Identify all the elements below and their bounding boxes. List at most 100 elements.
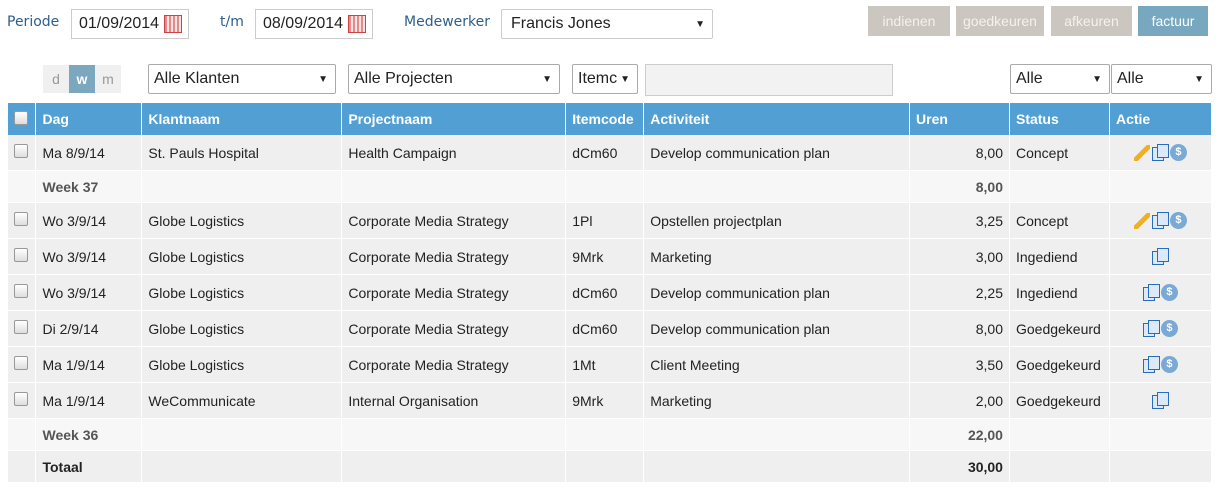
factuur-button[interactable]: factuur — [1138, 6, 1208, 36]
row-checkbox[interactable] — [14, 144, 28, 158]
empty-cell — [1109, 418, 1213, 451]
cell-activiteit: Client Meeting — [643, 346, 911, 383]
afkeuren-button[interactable]: afkeuren — [1051, 6, 1132, 36]
empty-cell — [341, 418, 567, 451]
cell-dag: Wo 3/9/14 — [35, 238, 143, 275]
table-row[interactable]: Wo 3/9/14 Globe Logistics Corporate Medi… — [8, 202, 1213, 239]
medewerker-select[interactable]: Francis Jones ▼ — [501, 9, 713, 39]
table-row[interactable]: Wo 3/9/14 Globe Logistics Corporate Medi… — [8, 274, 1213, 311]
chevron-down-icon: ▼ — [1194, 73, 1204, 85]
dollar-icon[interactable]: $ — [1160, 284, 1178, 302]
projecten-select[interactable]: Alle Projecten ▼ — [348, 64, 560, 94]
cell-projectnaam: Health Campaign — [341, 135, 567, 171]
from-date-input[interactable]: 01/09/2014 — [71, 9, 189, 39]
medewerker-value: Francis Jones — [511, 15, 611, 32]
copy-icon[interactable] — [1152, 248, 1170, 266]
copy-icon[interactable] — [1152, 392, 1170, 410]
copy-icon[interactable] — [1151, 144, 1169, 162]
empty-cell — [1009, 450, 1110, 483]
status-filter-2-select[interactable]: Alle ▼ — [1111, 64, 1212, 94]
cell-actie: $ — [1109, 310, 1213, 347]
cell-projectnaam: Corporate Media Strategy — [341, 202, 567, 239]
header-klantnaam[interactable]: Klantnaam — [141, 103, 343, 135]
pencil-icon[interactable] — [1133, 212, 1150, 229]
row-select — [8, 238, 37, 275]
empty-cell — [1109, 450, 1213, 483]
chevron-down-icon: ▼ — [1092, 73, 1102, 85]
header-projectnaam[interactable]: Projectnaam — [341, 103, 567, 135]
cell-uren: 3,25 — [909, 202, 1010, 239]
indienen-button[interactable]: indienen — [868, 6, 950, 36]
cell-activiteit: Develop communication plan — [643, 310, 911, 347]
dollar-icon[interactable]: $ — [1169, 212, 1187, 230]
view-week-button[interactable]: w — [69, 65, 95, 93]
cell-klantnaam: Globe Logistics — [141, 346, 343, 383]
status-filter-2-value: Alle — [1117, 70, 1144, 87]
view-month-button[interactable]: m — [95, 65, 121, 93]
cell-status: Ingediend — [1009, 274, 1110, 311]
cell-actie — [1109, 238, 1213, 275]
klanten-select[interactable]: Alle Klanten ▼ — [148, 64, 336, 94]
header-status[interactable]: Status — [1009, 103, 1110, 135]
table-header: Dag Klantnaam Projectnaam Itemcode Activ… — [8, 103, 1213, 135]
periode-label: Periode — [7, 14, 60, 30]
table-row[interactable]: Ma 1/9/14 WeCommunicate Internal Organis… — [8, 382, 1213, 419]
empty-cell — [341, 450, 567, 483]
header-dag[interactable]: Dag — [35, 103, 143, 135]
itemcode-select[interactable]: Itemc ▼ — [572, 64, 638, 94]
cell-actie: $ — [1109, 346, 1213, 383]
row-checkbox[interactable] — [14, 392, 28, 406]
cell-uren-total: 22,00 — [909, 418, 1010, 451]
row-checkbox[interactable] — [14, 320, 28, 334]
row-checkbox[interactable] — [14, 248, 28, 262]
cell-activiteit: Marketing — [643, 238, 911, 275]
empty-cell — [1109, 170, 1213, 203]
select-all-checkbox[interactable] — [14, 110, 28, 125]
cell-dag: Ma 1/9/14 — [35, 382, 143, 419]
cell-projectnaam: Corporate Media Strategy — [341, 238, 567, 275]
status-filter-1-select[interactable]: Alle ▼ — [1010, 64, 1110, 94]
empty-cell — [643, 170, 911, 203]
itemcode-value: Itemc — [578, 70, 618, 87]
dollar-icon[interactable]: $ — [1169, 144, 1187, 162]
from-date-value: 01/09/2014 — [79, 15, 160, 32]
select-all-header — [8, 103, 37, 135]
activiteit-search-input[interactable] — [645, 64, 893, 96]
header-uren[interactable]: Uren — [909, 103, 1010, 135]
goedkeuren-button[interactable]: goedkeuren — [956, 6, 1044, 36]
cell-actie: $ — [1109, 274, 1213, 311]
empty-cell — [643, 418, 911, 451]
copy-icon[interactable] — [1142, 284, 1160, 302]
header-itemcode[interactable]: Itemcode — [565, 103, 645, 135]
pencil-icon[interactable] — [1133, 144, 1150, 161]
calendar-icon[interactable] — [164, 15, 182, 33]
empty-cell — [8, 450, 37, 483]
table-row[interactable]: Wo 3/9/14 Globe Logistics Corporate Medi… — [8, 238, 1213, 275]
to-date-input[interactable]: 08/09/2014 — [255, 9, 373, 39]
dollar-icon[interactable]: $ — [1160, 320, 1178, 338]
row-checkbox[interactable] — [14, 356, 28, 370]
chevron-down-icon: ▼ — [542, 73, 552, 85]
cell-uren: 8,00 — [909, 310, 1010, 347]
copy-icon[interactable] — [1142, 356, 1160, 374]
table-row[interactable]: Ma 8/9/14 St. Pauls Hospital Health Camp… — [8, 135, 1213, 171]
view-toggle: d w m — [43, 65, 121, 93]
copy-icon[interactable] — [1151, 212, 1169, 230]
dollar-icon[interactable]: $ — [1160, 356, 1178, 374]
cell-klantnaam: WeCommunicate — [141, 382, 343, 419]
calendar-icon[interactable] — [348, 15, 366, 33]
total-row: Totaal 30,00 — [8, 450, 1213, 483]
view-day-button[interactable]: d — [43, 65, 69, 93]
empty-cell — [141, 170, 343, 203]
week-subtotal-row: Week 36 22,00 — [8, 418, 1213, 451]
row-checkbox[interactable] — [14, 284, 28, 298]
copy-icon[interactable] — [1142, 320, 1160, 338]
table-row[interactable]: Ma 1/9/14 Globe Logistics Corporate Medi… — [8, 346, 1213, 383]
row-checkbox[interactable] — [14, 212, 28, 226]
cell-itemcode: 1Mt — [565, 346, 645, 383]
cell-dag: Ma 1/9/14 — [35, 346, 143, 383]
header-activiteit[interactable]: Activiteit — [643, 103, 911, 135]
cell-status: Concept — [1009, 135, 1110, 171]
cell-uren: 8,00 — [909, 135, 1010, 171]
table-row[interactable]: Di 2/9/14 Globe Logistics Corporate Medi… — [8, 310, 1213, 347]
